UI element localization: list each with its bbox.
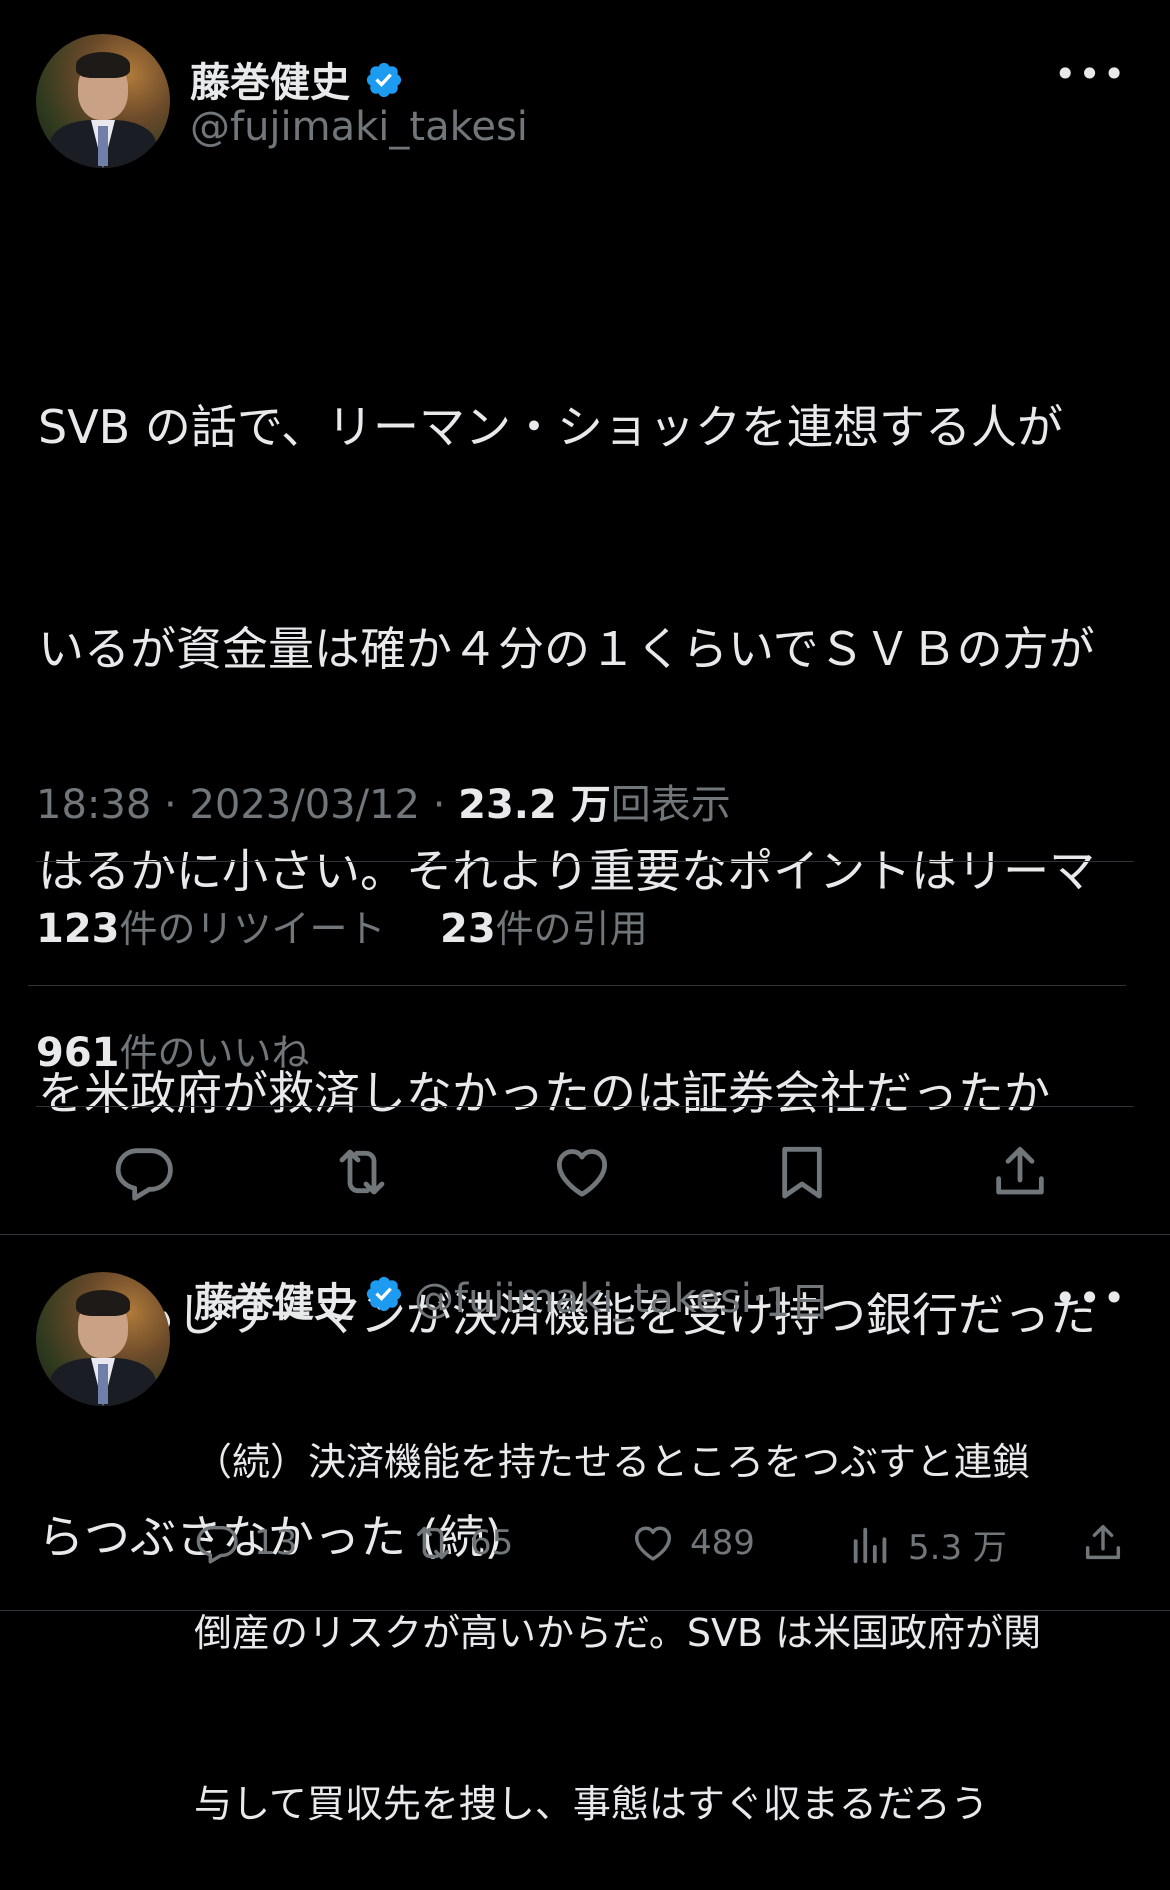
retweets-stat[interactable]: 123件のリツイート: [36, 898, 386, 953]
tweet-meta: 18:38 · 2023/03/12 · 23.2 万回表示: [36, 772, 731, 830]
reply-text-line: （続）決済機能を持たせるところをつぶすと連鎖: [194, 1440, 1031, 1484]
author-name[interactable]: 藤巻健史: [190, 60, 350, 106]
reply-more-options-icon[interactable]: •••: [1054, 1276, 1127, 1320]
likes-count: 961: [36, 1030, 120, 1076]
reply-count: 13: [254, 1523, 298, 1563]
meta-separator: ·: [164, 782, 190, 828]
quotes-label: 件の引用: [495, 907, 648, 951]
reply-views-button[interactable]: 5.3 万: [848, 1520, 1007, 1569]
reply-share-button[interactable]: [1080, 1520, 1140, 1566]
tweet-text-line: SVB の話で、リーマン・ショックを連想する人が: [38, 400, 1064, 454]
author-name-row[interactable]: 藤巻健史: [190, 50, 404, 110]
bookmark-icon[interactable]: [770, 1140, 834, 1204]
reply-reply-button[interactable]: 13: [194, 1520, 297, 1566]
divider: [0, 1234, 1170, 1235]
retweets-count: 123: [36, 906, 120, 952]
divider: [36, 1106, 1134, 1107]
views-chart-icon: [853, 1527, 887, 1563]
reply-author-avatar[interactable]: [36, 1272, 170, 1406]
divider: [28, 985, 1126, 986]
reply-retweet-button[interactable]: 65: [410, 1520, 513, 1566]
reply-icon[interactable]: [112, 1140, 176, 1204]
reply-icon: [196, 1525, 238, 1564]
author-handle[interactable]: @fujimaki_takesi: [190, 104, 528, 150]
retweets-label: 件のリツイート: [119, 907, 386, 951]
tweet-date[interactable]: 2023/03/12: [189, 782, 420, 828]
meta-separator: ·: [751, 1276, 765, 1322]
tweet-text-line: いるが資金量は確か４分の１くらいでＳＶＢの方が: [38, 622, 1095, 676]
share-icon: [1085, 1524, 1121, 1560]
tweet-text-line: はるかに小さい。それより重要なポイントはリーマ: [38, 844, 1096, 898]
quotes-stat[interactable]: 23件の引用: [440, 898, 648, 953]
likes-stat[interactable]: 961件のいいね: [36, 1022, 310, 1077]
retweet-icon[interactable]: [330, 1140, 394, 1204]
quotes-count: 23: [440, 906, 496, 952]
like-count: 489: [690, 1523, 755, 1563]
like-icon: [634, 1526, 672, 1561]
reply-handle[interactable]: @fujimaki_takesi: [414, 1276, 752, 1322]
reply-text-line: 倒産のリスクが高いからだ。SVB は米国政府が関: [194, 1611, 1042, 1655]
view-count: 5.3 万: [908, 1528, 1007, 1568]
retweet-count: 65: [470, 1523, 514, 1563]
meta-separator: ·: [432, 782, 459, 828]
divider: [36, 861, 1134, 862]
reply-like-button[interactable]: 489: [630, 1520, 755, 1566]
reply-text-line: 与して買収先を捜し、事態はすぐ収まるだろう: [194, 1782, 989, 1826]
reply-text: （続）決済機能を持たせるところをつぶすと連鎖 倒産のリスクが高いからだ。SVB …: [194, 1320, 1154, 1890]
more-options-icon[interactable]: •••: [1054, 52, 1127, 96]
views-count[interactable]: 23.2 万: [458, 782, 611, 828]
verified-badge-icon: [364, 1274, 404, 1324]
tweet-time[interactable]: 18:38: [36, 782, 151, 828]
share-icon[interactable]: [988, 1140, 1052, 1204]
verified-badge-icon: [364, 60, 404, 110]
views-label: 回表示: [610, 782, 731, 828]
retweet-icon: [416, 1526, 450, 1560]
likes-label: 件のいいね: [119, 1031, 310, 1075]
divider: [0, 1610, 1170, 1611]
author-avatar[interactable]: [36, 34, 170, 168]
like-icon[interactable]: [550, 1140, 614, 1204]
